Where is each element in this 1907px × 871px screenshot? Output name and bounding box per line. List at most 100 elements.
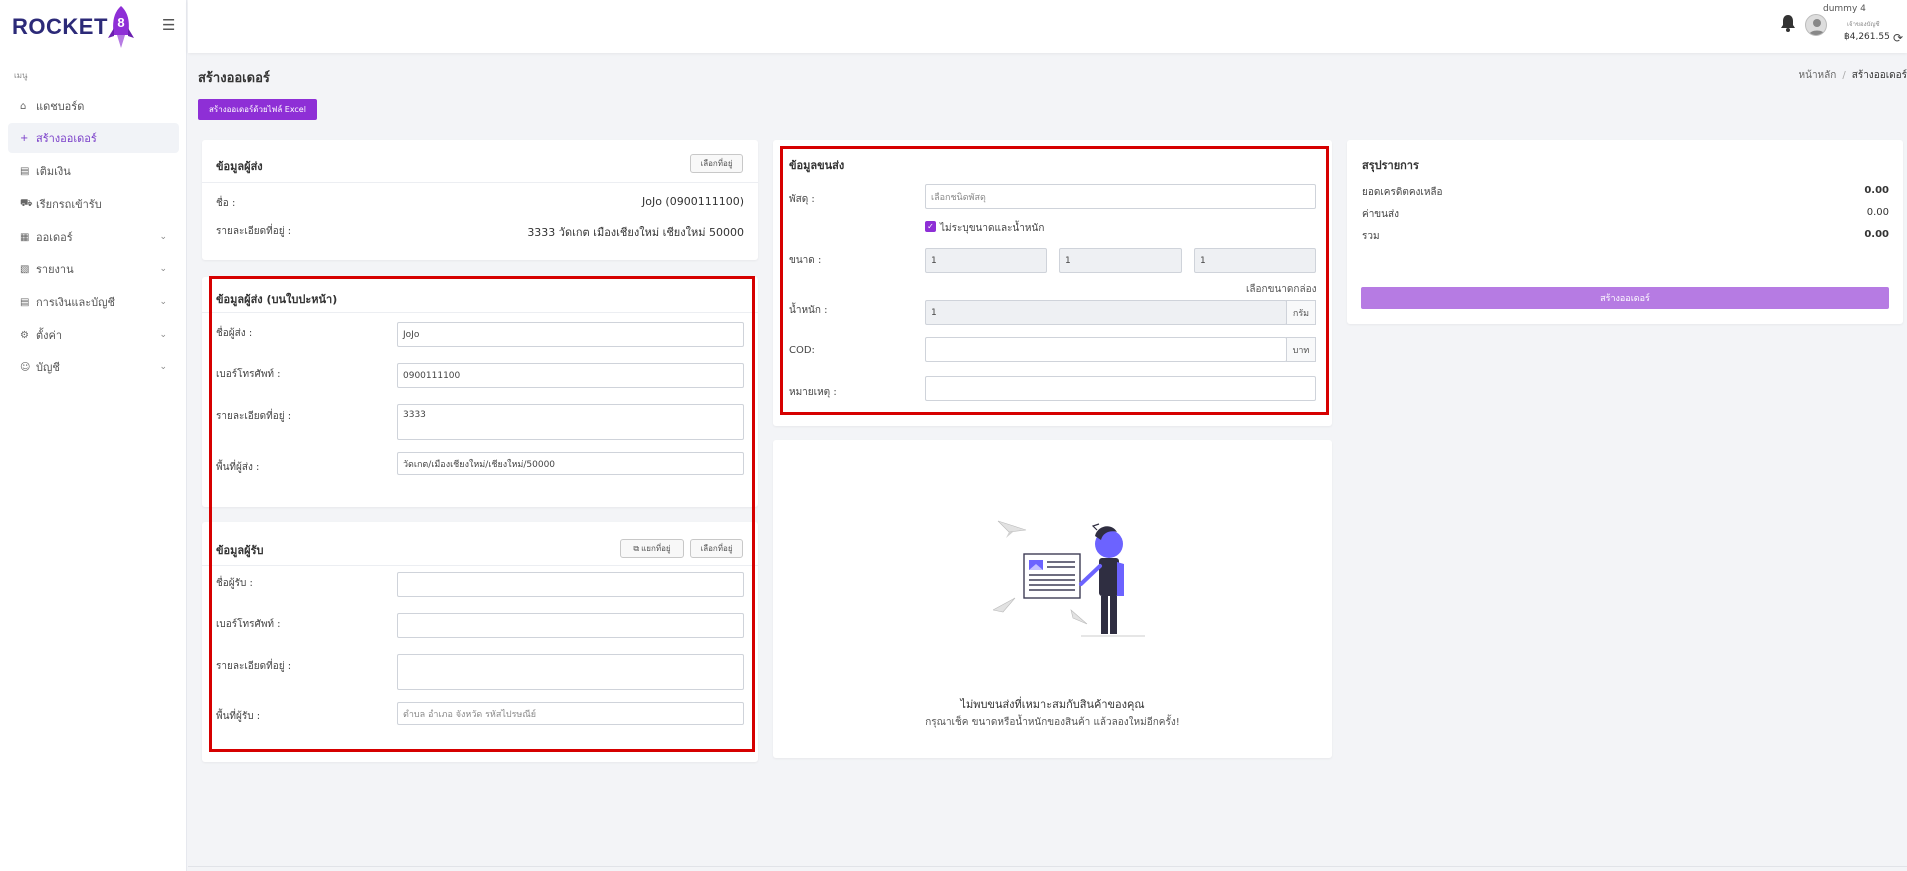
cod-unit: บาท: [1286, 337, 1316, 362]
chevron-down-icon: ⌄: [159, 264, 167, 274]
sidebar-item-reports[interactable]: ▧ รายงาน ⌄: [8, 254, 179, 284]
receiver-title: ข้อมูลผู้รับ: [216, 544, 264, 557]
breadcrumb-current: สร้างออเดอร์: [1851, 70, 1907, 81]
sidebar-item-label: เติมเงิน: [36, 165, 71, 178]
size-height-input[interactable]: 1: [1194, 248, 1316, 273]
sidebar-item-orders[interactable]: ▦ ออเดอร์ ⌄: [8, 222, 179, 252]
breadcrumb: หน้าหลัก / สร้างออเดอร์: [1799, 68, 1907, 83]
sender-label-title: ข้อมูลผู้ส่ง (บนใบปะหน้า): [216, 293, 338, 306]
cod-input[interactable]: [925, 337, 1287, 362]
credit-balance-row: ยอดเครดิตคงเหลือ 0.00: [1362, 185, 1889, 200]
sender-name-label: ชื่อผู้ส่ง :: [216, 328, 253, 339]
sidebar-item-label: รายงาน: [36, 263, 74, 276]
total-row: รวม 0.00: [1362, 229, 1889, 244]
empty-state-hint: กรุณาเช็ค ขนาดหรือน้ำหนักของสินค้า แล้วล…: [925, 717, 1180, 728]
shipping-title: ข้อมูลขนส่ง: [789, 159, 845, 172]
shipping-fee-row: ค่าขนส่ง 0.00: [1362, 207, 1889, 222]
shipping-fee-value: 0.00: [1866, 207, 1889, 218]
sender-area-label: พื้นที่ผู้ส่ง :: [216, 462, 260, 473]
sender-info-title: ข้อมูลผู้ส่ง: [216, 160, 263, 173]
sender-phone-input[interactable]: 0900111100: [397, 363, 744, 388]
bell-icon[interactable]: [1780, 14, 1796, 32]
breadcrumb-separator: /: [1842, 70, 1846, 81]
divider: [202, 312, 758, 313]
sidebar-item-account[interactable]: ☺ บัญชี ⌄: [8, 352, 179, 382]
sidebar-item-pickup[interactable]: ⛟ เรียกรถเข้ารับ: [8, 189, 179, 219]
empty-state-illustration: [992, 512, 1149, 642]
sender-address-label: รายละเอียดที่อยู่ :: [216, 411, 292, 422]
sidebar-item-label: ออเดอร์: [36, 231, 73, 244]
credit-balance-value: 0.00: [1864, 185, 1889, 196]
refresh-icon[interactable]: ⟳: [1893, 31, 1903, 45]
sidebar-item-topup[interactable]: ▤ เติมเงิน: [8, 156, 179, 186]
size-label: ขนาด :: [789, 255, 822, 266]
note-input[interactable]: [925, 376, 1316, 401]
user-name[interactable]: dummy 4: [1823, 4, 1866, 14]
logo-text: ROCKET: [12, 14, 108, 39]
balance-value: ฿4,261.55: [1844, 32, 1890, 42]
split-address-label: แยกที่อยู่: [641, 544, 671, 553]
sender-area-input[interactable]: วัดเกต/เมืองเชียงใหม่/เชียงใหม่/50000: [397, 452, 744, 475]
total-value: 0.00: [1864, 229, 1889, 240]
home-icon: ⌂: [20, 100, 27, 112]
logo[interactable]: ROCKET 8: [12, 4, 136, 50]
sender-address-input[interactable]: 3333: [397, 404, 744, 440]
receiver-address-label: รายละเอียดที่อยู่ :: [216, 661, 292, 672]
breadcrumb-home[interactable]: หน้าหลัก: [1799, 70, 1837, 81]
excel-import-button[interactable]: สร้างออเดอร์ด้วยไฟล์ Excel: [198, 99, 317, 120]
sidebar-item-dashboard[interactable]: ⌂ แดชบอร์ด: [8, 91, 179, 121]
topbar: [188, 0, 1907, 53]
sidebar-item-create-order[interactable]: + สร้างออเดอร์: [8, 123, 179, 153]
sidebar: ROCKET 8 ☰ เมนู ⌂ แดชบอร์ด + สร้างออเดอร…: [0, 0, 187, 871]
select-sender-address-button[interactable]: เลือกที่อยู่: [690, 154, 743, 173]
parcel-type-select[interactable]: เลือกชนิดพัสดุ: [925, 184, 1316, 209]
sidebar-item-label: บัญชี: [36, 361, 60, 374]
chevron-down-icon: ⌄: [159, 232, 167, 242]
receiver-area-label: พื้นที่ผู้รับ :: [216, 711, 261, 722]
receiver-area-input[interactable]: ตำบล อำเภอ จังหวัด รหัสไปรษณีย์: [397, 702, 744, 725]
clipboard-icon: ▧: [20, 263, 30, 275]
copy-icon: ⧉: [633, 543, 640, 553]
receiver-phone-label: เบอร์โทรศัพท์ :: [216, 619, 281, 630]
size-length-input[interactable]: 1: [1059, 248, 1182, 273]
chevron-down-icon: ⌄: [159, 362, 167, 372]
weight-input[interactable]: 1: [925, 300, 1287, 325]
sidebar-item-label: เรียกรถเข้ารับ: [36, 198, 102, 211]
sender-name-input[interactable]: JoJo: [397, 322, 744, 347]
user-role: เจ้าของบัญชี: [1847, 21, 1880, 28]
select-receiver-address-button[interactable]: เลือกที่อยู่: [690, 539, 743, 558]
divider: [202, 565, 758, 566]
size-width-input[interactable]: 1: [925, 248, 1047, 273]
parcel-label: พัสดุ :: [789, 194, 815, 205]
sidebar-item-settings[interactable]: ⚙ ตั้งค่า ⌄: [8, 320, 179, 350]
wallet-icon: ▤: [20, 296, 30, 308]
sidebar-item-finance[interactable]: ▤ การเงินและบัญชี ⌄: [8, 287, 179, 317]
weight-label: น้ำหนัก :: [789, 305, 828, 316]
weight-unit: กรัม: [1286, 300, 1316, 325]
hamburger-menu-icon[interactable]: ☰: [162, 16, 175, 34]
user-icon: ☺: [20, 361, 31, 373]
empty-state-message: ไม่พบขนส่งที่เหมาะสมกับสินค้าของคุณ: [960, 698, 1145, 711]
unspecified-label: ไม่ระบุขนาดและน้ำหนัก: [940, 223, 1045, 234]
logo-number: 8: [117, 15, 124, 30]
receiver-name-input[interactable]: [397, 572, 744, 597]
chevron-down-icon: ⌄: [159, 297, 167, 307]
sender-address-label: รายละเอียดที่อยู่ :: [216, 226, 292, 237]
receiver-address-input[interactable]: [397, 654, 744, 690]
money-icon: ▤: [20, 165, 30, 177]
note-label: หมายเหตุ :: [789, 387, 837, 398]
sender-name-value: JoJo (0900111100): [641, 195, 744, 208]
create-order-button[interactable]: สร้างออเดอร์: [1361, 287, 1889, 309]
footer-divider: [188, 866, 1907, 867]
sidebar-item-label: การเงินและบัญชี: [36, 296, 115, 309]
divider: [202, 182, 758, 183]
receiver-name-label: ชื่อผู้รับ :: [216, 578, 253, 589]
split-address-button[interactable]: ⧉ แยกที่อยู่: [620, 539, 684, 558]
receiver-phone-input[interactable]: [397, 613, 744, 638]
avatar[interactable]: [1805, 14, 1827, 36]
select-box-size-link[interactable]: เลือกขนาดกล่อง: [1246, 282, 1316, 297]
sidebar-item-label: แดชบอร์ด: [36, 100, 85, 113]
unspecified-checkbox[interactable]: ✓: [925, 221, 936, 232]
plus-icon: +: [20, 132, 29, 144]
credit-balance-label: ยอดเครดิตคงเหลือ: [1362, 187, 1443, 198]
